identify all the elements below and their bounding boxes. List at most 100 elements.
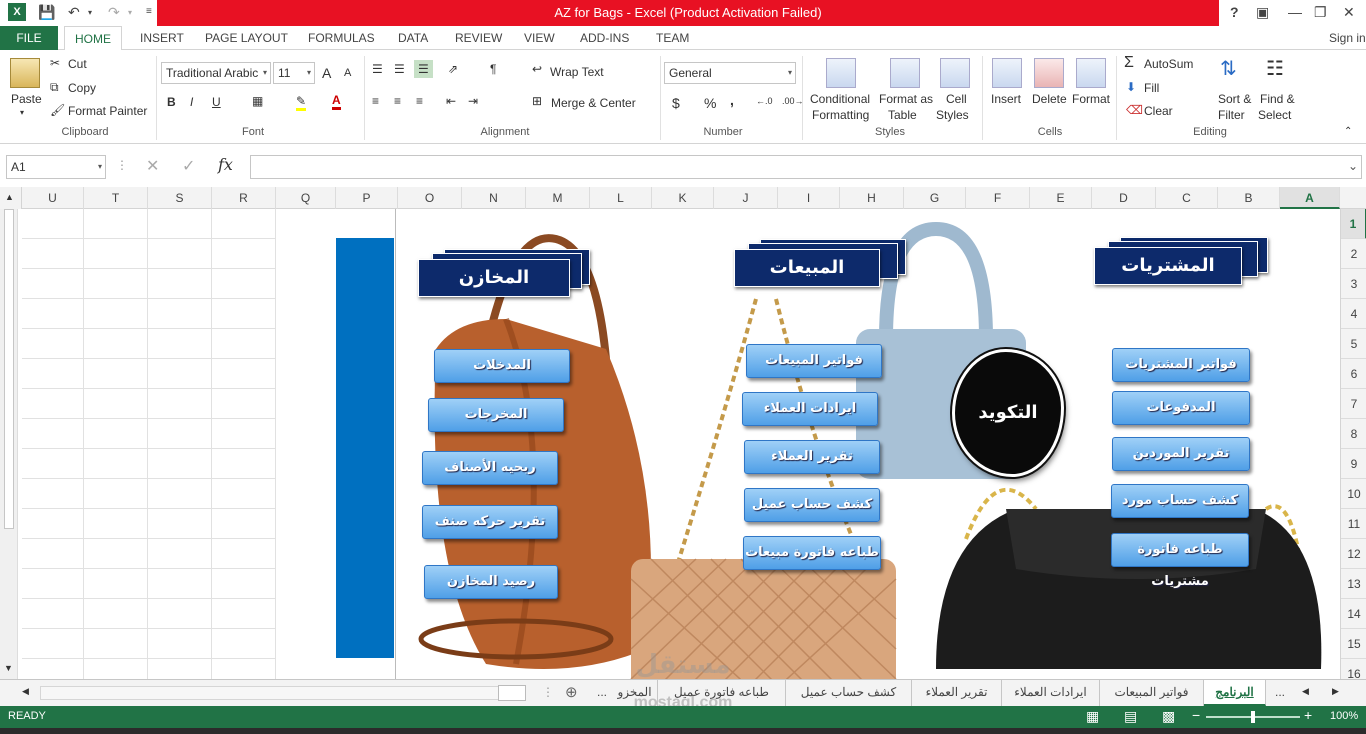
column-header-j[interactable]: J [714, 187, 778, 209]
sales-item-customer-report[interactable]: تقرير العملاء [744, 440, 880, 474]
conditional-formatting-icon[interactable] [826, 58, 856, 88]
tab-add-ins[interactable]: ADD-INS [580, 26, 629, 50]
row-header-5[interactable]: 5 [1341, 329, 1366, 359]
cell[interactable] [84, 209, 148, 239]
cell[interactable] [212, 299, 276, 329]
borders-icon[interactable]: ▦ [252, 94, 263, 108]
page-layout-view-icon[interactable]: ▤ [1124, 708, 1137, 725]
column-header-k[interactable]: K [652, 187, 714, 209]
help-icon[interactable]: ? [1230, 4, 1239, 20]
font-name-select[interactable]: Traditional Arabic ▾ [161, 62, 271, 84]
align-center-icon[interactable]: ≡ [394, 94, 401, 108]
conditional-formatting-button[interactable]: Conditional [810, 92, 870, 106]
coding-cloud-button[interactable]: التكويد [952, 349, 1064, 477]
restore-icon[interactable]: ❐ [1314, 4, 1327, 21]
fill-button[interactable]: Fill [1144, 81, 1159, 95]
column-header-r[interactable]: R [212, 187, 276, 209]
sheet-tab-sales-invoices[interactable]: فواتير المبيعات [1100, 680, 1204, 706]
cell[interactable] [84, 359, 148, 389]
align-left-icon[interactable]: ≡ [372, 94, 379, 108]
cell[interactable] [212, 239, 276, 269]
zoom-out-icon[interactable]: − [1192, 707, 1200, 723]
cell[interactable] [84, 479, 148, 509]
cell[interactable] [148, 239, 212, 269]
row-header-4[interactable]: 4 [1341, 299, 1366, 329]
name-box[interactable]: A1 ▾ [6, 155, 106, 179]
purchases-item-supplier-report[interactable]: تقرير الموردين [1112, 437, 1250, 471]
row-header-9[interactable]: 9 [1341, 449, 1366, 479]
tab-insert[interactable]: INSERT [140, 26, 184, 50]
tab-page-layout[interactable]: PAGE LAYOUT [205, 26, 288, 50]
cell[interactable] [22, 389, 84, 419]
paste-icon[interactable] [10, 58, 40, 88]
column-header-s[interactable]: S [148, 187, 212, 209]
row-header-11[interactable]: 11 [1341, 509, 1366, 539]
autosum-button[interactable]: AutoSum [1144, 57, 1193, 71]
cell[interactable] [148, 449, 212, 479]
cell[interactable] [148, 599, 212, 629]
row-header-15[interactable]: 15 [1341, 629, 1366, 659]
cell[interactable] [22, 209, 84, 239]
cell[interactable] [148, 329, 212, 359]
cell[interactable] [84, 239, 148, 269]
warehouses-item-item-movement[interactable]: تقرير حركه صنف [422, 505, 558, 539]
fill-color-icon[interactable]: ✎ [296, 94, 307, 111]
warehouses-item-item-profit[interactable]: ربحيه الأصناف [422, 451, 558, 485]
cell[interactable] [212, 269, 276, 299]
row-header-14[interactable]: 14 [1341, 599, 1366, 629]
cell[interactable] [84, 419, 148, 449]
paste-dropdown-icon[interactable]: ▾ [20, 108, 24, 117]
row-header-13[interactable]: 13 [1341, 569, 1366, 599]
formula-input[interactable]: ⌄ [250, 155, 1362, 179]
cell-styles-button[interactable]: Cell [946, 92, 967, 106]
cell[interactable] [22, 419, 84, 449]
purchases-item-payments[interactable]: المدفوعات [1112, 391, 1250, 425]
ribbon-display-icon[interactable]: ▣ [1256, 4, 1269, 21]
scrollbar-thumb[interactable] [4, 209, 14, 529]
column-header-h[interactable]: H [840, 187, 904, 209]
format-painter-button[interactable]: Format Painter [68, 104, 147, 118]
warehouses-item-inputs[interactable]: المدخلات [434, 349, 570, 383]
cell-styles-icon[interactable] [940, 58, 970, 88]
align-bottom-icon[interactable]: ☰ [414, 60, 433, 78]
cell[interactable] [212, 569, 276, 599]
cell[interactable] [22, 329, 84, 359]
redo-icon[interactable]: ↷ [108, 4, 120, 21]
undo-dropdown-icon[interactable]: ▾ [88, 8, 92, 17]
cell[interactable] [212, 599, 276, 629]
cell[interactable] [148, 539, 212, 569]
column-header-n[interactable]: N [462, 187, 526, 209]
zoom-slider-thumb[interactable] [1251, 711, 1255, 723]
comma-style-button[interactable]: , [730, 92, 734, 108]
tab-view[interactable]: VIEW [524, 26, 555, 50]
insert-cells-icon[interactable] [992, 58, 1022, 88]
cell[interactable] [148, 209, 212, 239]
customize-qat-icon[interactable]: ≡ [146, 6, 152, 17]
underline-button[interactable]: U [212, 95, 221, 109]
cell[interactable] [148, 629, 212, 659]
cell[interactable] [212, 209, 276, 239]
zoom-in-icon[interactable]: + [1304, 707, 1312, 723]
cell[interactable] [212, 449, 276, 479]
increase-decimal-icon[interactable]: ←.0 [756, 96, 773, 106]
horizontal-scroll-thumb[interactable] [498, 685, 526, 701]
cell[interactable] [84, 449, 148, 479]
sheet-nav-left-icon[interactable]: ◀ [1302, 686, 1309, 697]
column-header-f[interactable]: F [966, 187, 1030, 209]
column-header-c[interactable]: C [1156, 187, 1218, 209]
cell[interactable] [22, 539, 84, 569]
format-as-table-button[interactable]: Format as [879, 92, 933, 106]
cell[interactable] [22, 479, 84, 509]
tab-file[interactable]: FILE [0, 26, 58, 50]
cell[interactable] [148, 299, 212, 329]
row-header-3[interactable]: 3 [1341, 269, 1366, 299]
cell[interactable] [212, 479, 276, 509]
sheet-tabs-more-right[interactable]: ... [1268, 680, 1292, 706]
cell[interactable] [212, 359, 276, 389]
tab-review[interactable]: REVIEW [455, 26, 502, 50]
page-break-view-icon[interactable]: ▩ [1162, 708, 1175, 725]
find-select-button-line2[interactable]: Select [1258, 108, 1291, 122]
format-cells-icon[interactable] [1076, 58, 1106, 88]
sort-filter-button-line2[interactable]: Filter [1218, 108, 1245, 122]
column-header-d[interactable]: D [1092, 187, 1156, 209]
